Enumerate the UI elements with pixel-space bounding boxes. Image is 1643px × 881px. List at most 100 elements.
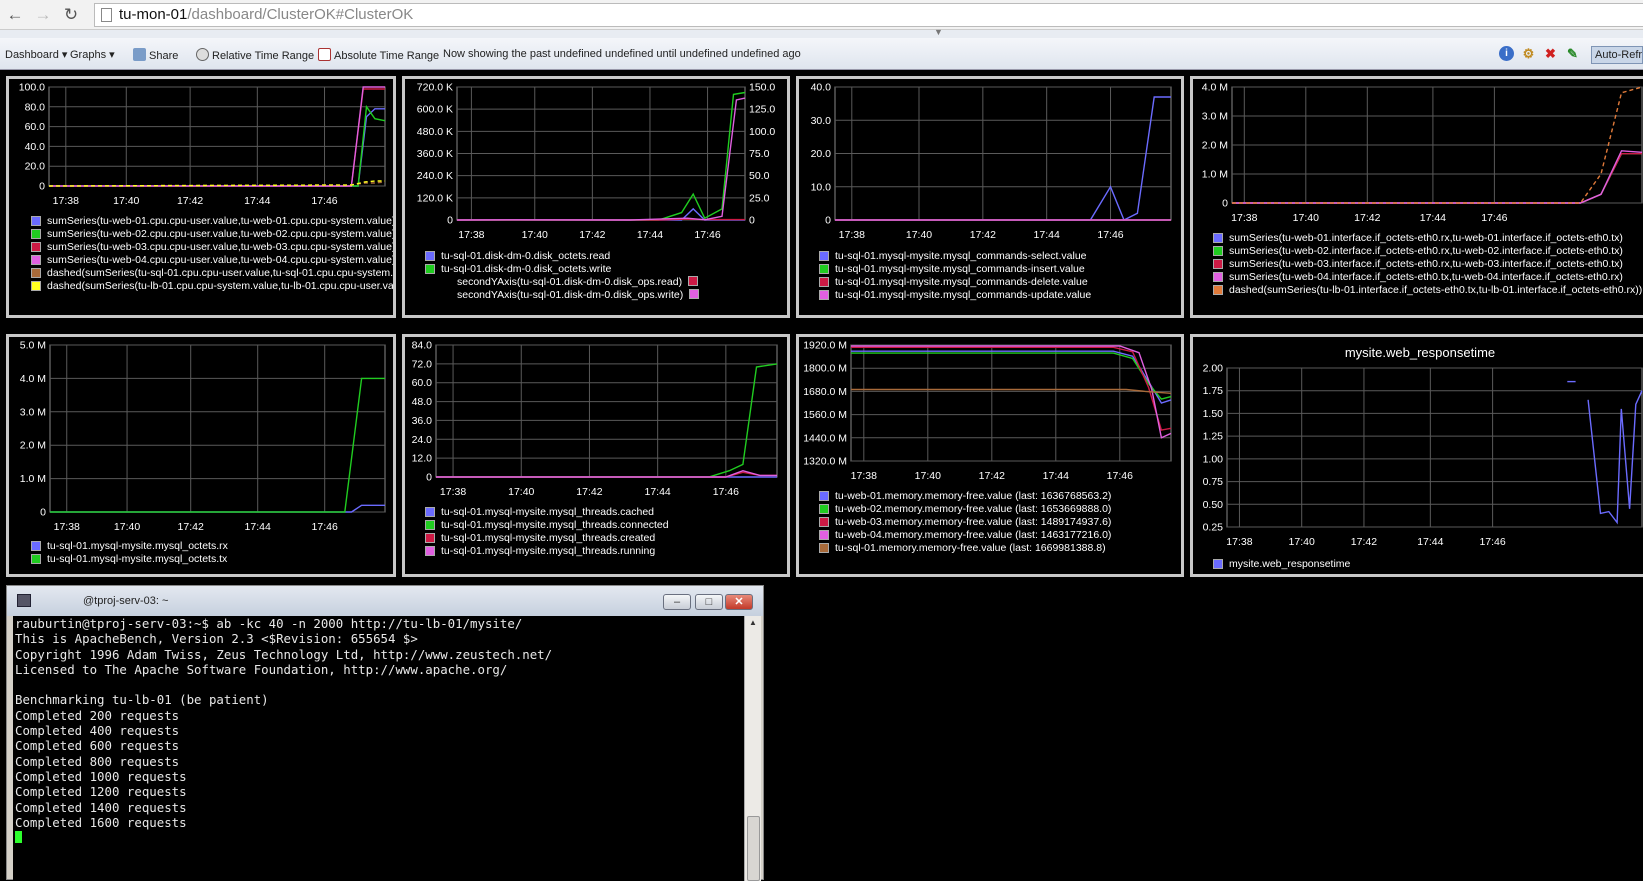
legend-swatch [31, 255, 41, 265]
graph-panel-interfaces[interactable]: 4.0 M 3.0 M 2.0 M 1.0 M 0 17:38 17:40 17:42 17:4… [1190, 76, 1643, 318]
legend-item: tu-sql-01.disk-dm-0.disk_octets.write [425, 263, 787, 276]
y-tick-label: 240.0 K [417, 170, 453, 182]
x-tick-label: 17:40 [508, 486, 534, 498]
legend-label: secondYAxis(tu-sql-01.disk-dm-0.disk_ops… [457, 289, 684, 301]
y2-tick-label: 0 [749, 215, 755, 227]
series-line [1232, 152, 1642, 204]
legend-item: tu-sql-01.mysql-mysite.mysql_commands-up… [819, 289, 1181, 302]
reload-icon[interactable]: ↻ [60, 4, 82, 26]
series-line [1232, 152, 1642, 204]
legend-item: dashed(sumSeries(tu-lb-01.cpu.cpu-system… [31, 280, 393, 293]
x-tick-label: 17:40 [906, 229, 932, 241]
legend-label: sumSeries(tu-web-03.interface.if_octets-… [1229, 258, 1623, 270]
x-tick-label: 17:42 [177, 195, 203, 207]
scrollbar-thumb[interactable] [747, 816, 760, 881]
legend-item: tu-sql-01.mysql-mysite.mysql_commands-de… [819, 276, 1181, 289]
legend-item: sumSeries(tu-web-04.cpu.cpu-user.value,t… [31, 254, 393, 267]
legend-item: tu-sql-01.mysql-mysite.mysql_octets.tx [31, 553, 393, 566]
legend-label: tu-sql-01.mysql-mysite.mysql_commands-up… [835, 289, 1092, 301]
calendar-icon [318, 48, 331, 61]
legend-item: mysite.web_responsetime [1213, 558, 1643, 571]
y-tick-label: 1.75 [1203, 385, 1224, 397]
legend-swatch [1213, 559, 1223, 569]
y-tick-label: 2.0 M [1202, 140, 1228, 152]
legend-label: tu-sql-01.memory.memory-free.value (last… [835, 542, 1106, 554]
x-tick-label: 17:46 [311, 195, 337, 207]
y-tick-label: 100.0 [19, 82, 45, 94]
plot-frame [850, 344, 1172, 462]
y-tick-label: 1680.0 M [803, 386, 847, 398]
forward-arrow-icon[interactable]: → [32, 4, 54, 26]
legend-label: tu-web-01.memory.memory-free.value (last… [835, 490, 1112, 502]
series-line [851, 350, 1172, 404]
legend-swatch [425, 251, 435, 261]
legend-label: sumSeries(tu-web-02.interface.if_octets-… [1229, 245, 1623, 257]
y-tick-label: 80.0 [25, 101, 46, 113]
relative-time-range-button[interactable]: Relative Time Range [196, 48, 314, 62]
page-icon [101, 8, 112, 22]
close-button[interactable]: ✕ [725, 594, 753, 610]
legend-swatch [819, 277, 829, 287]
info-icon[interactable]: i [1499, 46, 1514, 61]
terminal-window[interactable]: @tproj-serv-03: ~ – □ ✕ rauburtin@tproj-… [6, 585, 764, 881]
legend-label: dashed(sumSeries(tu-lb-01.interface.if_o… [1229, 284, 1643, 296]
y2-tick-label: 50.0 [749, 170, 770, 182]
legend-label: sumSeries(tu-web-04.cpu.cpu-user.value,t… [47, 254, 393, 266]
edit-icon[interactable]: ✎ [1565, 46, 1580, 61]
legend-label: mysite.web_responsetime [1229, 558, 1351, 570]
graph-panel-mysql-octets[interactable]: 5.0 M 4.0 M 3.0 M 2.0 M 1.0 M 0 17:38 17:40 17:4… [6, 334, 396, 577]
graph-panel-memory[interactable]: 1920.0 M 1800.0 M 1680.0 M 1560.0 M 1440.0 M… [796, 334, 1184, 577]
dashboard-menu[interactable]: Dashboard ▾ [5, 48, 67, 61]
legend-memory: tu-web-01.memory.memory-free.value (last… [819, 490, 1181, 555]
back-arrow-icon[interactable]: ← [4, 4, 26, 26]
settings-icon[interactable]: ⚙ [1521, 46, 1536, 61]
y-tick-label: 1.0 M [1202, 169, 1228, 181]
putty-icon[interactable] [17, 594, 31, 607]
scroll-up-icon[interactable]: ▲ [749, 618, 757, 627]
y-tick-label: 0 [1222, 198, 1228, 210]
legend-label: sumSeries(tu-web-01.cpu.cpu-user.value,t… [47, 215, 393, 227]
graph-panel-responsetime[interactable]: mysite.web_responsetime 2.00 1.75 1.50 1.25… [1190, 334, 1643, 577]
series-line [49, 88, 385, 187]
minimize-button[interactable]: – [663, 594, 691, 610]
legend-label: tu-sql-01.disk-dm-0.disk_octets.write [441, 263, 612, 275]
terminal-line: Copyright 1996 Adam Twiss, Zeus Technolo… [15, 646, 553, 662]
dashboard-toolbar: Dashboard ▾ Graphs ▾ Share Relative Time… [0, 38, 1643, 70]
legend-item: tu-sql-01.mysql-mysite.mysql_threads.cac… [425, 506, 787, 519]
terminal-scrollbar[interactable]: ▲ [744, 616, 761, 881]
remove-icon[interactable]: ✖ [1543, 46, 1558, 61]
x-tick-label: 17:38 [54, 521, 80, 533]
graphs-menu[interactable]: Graphs ▾ [70, 48, 115, 61]
terminal-line: Completed 400 requests [15, 723, 180, 739]
graph-panel-mysql-threads[interactable]: 84.0 72.0 60.0 48.0 36.0 24.0 12.0 0 17:38 17:40 1… [402, 334, 790, 577]
collapse-strip[interactable]: ▼ [0, 27, 1643, 38]
terminal-titlebar[interactable]: @tproj-serv-03: ~ – □ ✕ [7, 586, 763, 616]
plot-frame [1226, 367, 1643, 528]
legend-interfaces: sumSeries(tu-web-01.interface.if_octets-… [1213, 232, 1643, 297]
terminal-output[interactable]: rauburtin@tproj-serv-03:~$ ab -kc 40 -n … [13, 616, 744, 881]
graph-panel-mysql-commands[interactable]: 40.0 30.0 20.0 10.0 0 17:38 17:40 17:42 17:44 17:… [796, 76, 1184, 318]
x-tick-label: 17:44 [1043, 470, 1069, 482]
x-tick-label: 17:44 [1420, 212, 1446, 224]
address-bar[interactable]: tu-mon-01/dashboard/ClusterOK#ClusterOK [94, 3, 1643, 27]
graph-panel-disk[interactable]: 720.0 K 600.0 K 480.0 K 360.0 K 240.0 K 120.0… [402, 76, 790, 318]
share-button[interactable]: Share [133, 48, 178, 62]
y-tick-label: 48.0 [412, 396, 433, 408]
x-tick-label: 17:46 [1479, 536, 1505, 548]
clock-icon [196, 48, 209, 61]
absolute-time-range-button[interactable]: Absolute Time Range [318, 48, 439, 62]
legend-label: tu-web-04.memory.memory-free.value (last… [835, 529, 1112, 541]
maximize-button[interactable]: □ [695, 594, 723, 610]
legend-swatch [819, 491, 829, 501]
y-tick-label: 72.0 [412, 358, 433, 370]
y2-tick-label: 100.0 [749, 126, 775, 138]
series-line [49, 108, 385, 187]
y-tick-label: 20.0 [811, 148, 832, 160]
auto-refresh-toggle[interactable]: Auto-Refresh [1591, 46, 1643, 64]
legend-label: tu-sql-01.mysql-mysite.mysql_commands-in… [835, 263, 1085, 275]
x-tick-label: 17:40 [114, 521, 140, 533]
collapse-arrow-icon[interactable]: ▼ [934, 27, 943, 37]
legend-swatch [425, 264, 435, 274]
x-tick-label: 17:38 [851, 470, 877, 482]
graph-panel-cpu[interactable]: 100.0 80.0 60.0 40.0 20.0 0 17:38 17:40 17:42 17:… [6, 76, 396, 318]
